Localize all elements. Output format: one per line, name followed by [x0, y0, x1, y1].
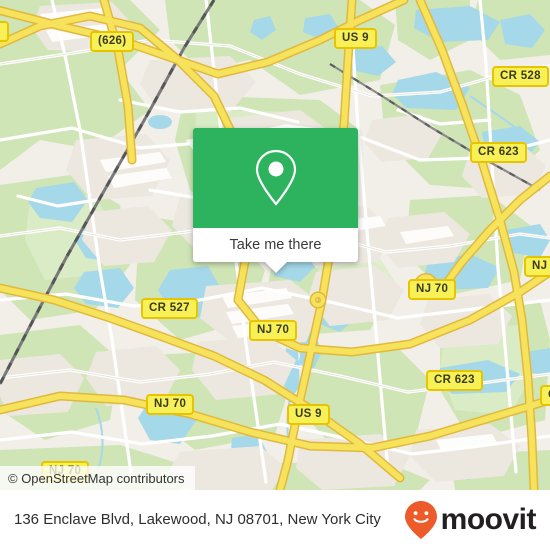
attribution-text: © OpenStreetMap contributors [8, 470, 185, 486]
map-canvas[interactable]: 8 (626) US 9 CR 528 CR 623 NJ 70 NJ 70 C… [0, 0, 550, 490]
shield-nj-70-left: NJ 70 [146, 394, 195, 415]
shield-cr-623-top: CR 623 [470, 142, 527, 163]
caption-bar: 136 Enclave Blvd, Lakewood, NJ 08701, Ne… [0, 490, 550, 550]
shield-cr-528-partial: 8 [0, 21, 9, 42]
shield-cr-528: CR 528 [492, 66, 549, 87]
shield-cr-626: (626) [90, 31, 135, 52]
shield-nj-70-center: NJ 70 [249, 320, 298, 341]
popup-pointer-tail [264, 262, 287, 273]
shield-cr-623-bottom: CR 623 [426, 370, 483, 391]
shield-us-9-bottom: US 9 [287, 404, 330, 425]
take-me-there-label: Take me there [229, 237, 322, 253]
shield-nj-70-mid: NJ 70 [408, 279, 457, 300]
moovit-wordmark: moovit [440, 503, 537, 536]
shield-nj-70-right: NJ 70 [524, 256, 550, 277]
moovit-smiley-pin-icon [404, 501, 437, 539]
openstreetmap-attribution[interactable]: © OpenStreetMap contributors [0, 466, 195, 490]
shield-us-9-top: US 9 [334, 28, 377, 49]
moovit-map-share-card: 8 (626) US 9 CR 528 CR 623 NJ 70 NJ 70 C… [0, 0, 550, 550]
shield-cr-527: CR 527 [141, 298, 198, 319]
popup-action-bar[interactable]: Take me there [193, 228, 358, 262]
address-caption: 136 Enclave Blvd, Lakewood, NJ 08701, Ne… [14, 511, 381, 528]
moovit-logo[interactable]: moovit [404, 500, 537, 540]
map-pin-icon [255, 149, 296, 206]
popup-header [193, 128, 358, 228]
location-popup-card[interactable]: Take me there [193, 128, 358, 273]
shield-g-partial: G [540, 385, 550, 406]
